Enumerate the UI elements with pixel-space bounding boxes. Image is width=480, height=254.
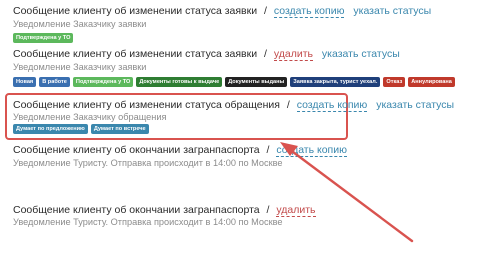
row-title: Сообщение клиенту об изменении статуса з… bbox=[13, 5, 258, 17]
statuses-link[interactable]: указать статусы bbox=[353, 5, 431, 17]
status-badge: Думает по предложению bbox=[13, 124, 88, 134]
delete-link[interactable]: удалить bbox=[273, 48, 313, 61]
row-subtitle: Уведомление Туристу. Отправка происходит… bbox=[13, 158, 283, 168]
row-title: Сообщение клиенту об окончании загранпас… bbox=[13, 204, 260, 216]
row-title-line: Сообщение клиенту об изменении статуса з… bbox=[13, 5, 431, 18]
copy-link[interactable]: создать копию bbox=[273, 5, 345, 18]
separator: / bbox=[266, 144, 270, 156]
row-subtitle: Уведомление Заказчику заявки bbox=[13, 62, 147, 72]
row-subtitle: Уведомление Заказчику заявки bbox=[13, 19, 147, 29]
copy-link[interactable]: создать копию bbox=[276, 144, 347, 157]
separator: / bbox=[266, 204, 270, 216]
separator: / bbox=[264, 48, 267, 60]
status-badge: Новая bbox=[13, 77, 37, 87]
status-badge: Документы готовы к выдаче bbox=[136, 77, 223, 87]
row-title: Сообщение клиенту об изменении статуса о… bbox=[13, 99, 280, 111]
row-title-line: Сообщение клиенту об изменении статуса о… bbox=[13, 99, 454, 112]
separator: / bbox=[264, 5, 267, 17]
copy-link[interactable]: создать копию bbox=[296, 99, 368, 112]
status-badge: Отказ bbox=[383, 77, 406, 87]
delete-link[interactable]: удалить bbox=[276, 204, 316, 217]
row-title: Сообщение клиенту об изменении статуса з… bbox=[13, 48, 258, 60]
separator: / bbox=[286, 99, 290, 111]
row-title-line: Сообщение клиенту об изменении статуса з… bbox=[13, 48, 400, 61]
status-badge: В работе bbox=[39, 77, 70, 87]
statuses-link[interactable]: указать статусы bbox=[376, 99, 454, 111]
status-badges: Подтверждена у ТО bbox=[13, 33, 74, 43]
status-badge: Подтверждена у ТО bbox=[13, 33, 74, 43]
status-badge: Подтверждена у ТО bbox=[72, 77, 134, 87]
row-title: Сообщение клиенту об окончании загранпас… bbox=[13, 144, 260, 156]
row-subtitle: Уведомление Заказчику обращения bbox=[13, 112, 167, 122]
status-badge: Заявка закрыта, турист уехал. bbox=[290, 77, 381, 87]
row-subtitle: Уведомление Туристу. Отправка происходит… bbox=[13, 217, 283, 227]
row-title-line: Сообщение клиенту об окончании загранпас… bbox=[13, 204, 316, 217]
status-badge: Аннулирована bbox=[408, 77, 455, 87]
status-badge: Документы выданы bbox=[225, 77, 288, 87]
status-badge: Думает по встрече bbox=[90, 124, 149, 134]
status-badges: Думает по предложению Думает по встрече bbox=[13, 124, 149, 134]
statuses-link[interactable]: указать статусы bbox=[322, 48, 400, 60]
status-badges: Новая В работе Подтверждена у ТО Докумен… bbox=[13, 77, 455, 87]
row-title-line: Сообщение клиенту об окончании загранпас… bbox=[13, 144, 347, 157]
